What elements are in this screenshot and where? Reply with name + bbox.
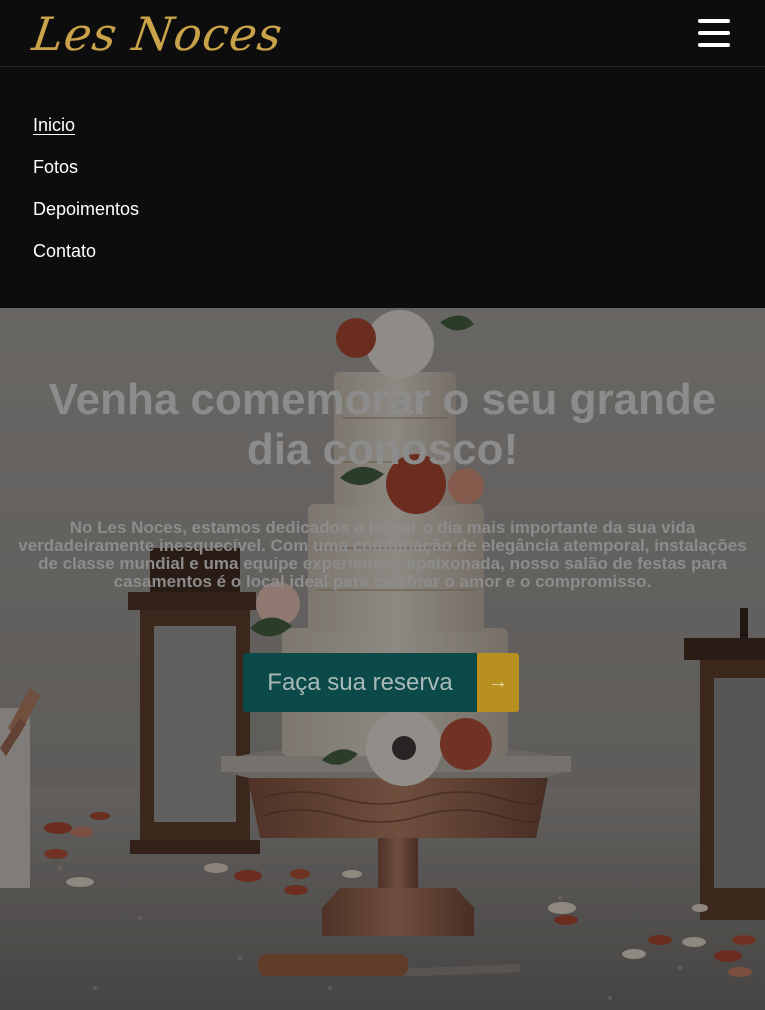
site-header: Les Noces [0,0,765,67]
hero-description: No Les Noces, estamos dedicados a tornar… [18,518,747,591]
hamburger-bar [698,43,730,47]
reserve-button[interactable]: Faça sua reserva → [243,653,519,712]
nav-item-inicio[interactable]: Inicio [33,114,75,136]
nav-item-fotos[interactable]: Fotos [33,156,78,178]
hamburger-bar [698,19,730,23]
hero-section: Venha comemorar o seu grande dia conosco… [0,308,765,1010]
nav-item-depoimentos[interactable]: Depoimentos [33,198,139,220]
logo[interactable]: Les Noces [29,6,286,62]
nav-menu: Inicio Fotos Depoimentos Contato [0,67,765,308]
reserve-button-label[interactable]: Faça sua reserva [243,653,477,712]
hamburger-menu-icon[interactable] [696,17,732,49]
hero-title: Venha comemorar o seu grande dia conosco… [48,375,717,474]
nav-item-contato[interactable]: Contato [33,240,96,262]
arrow-right-icon[interactable]: → [477,653,519,712]
hamburger-bar [698,31,730,35]
